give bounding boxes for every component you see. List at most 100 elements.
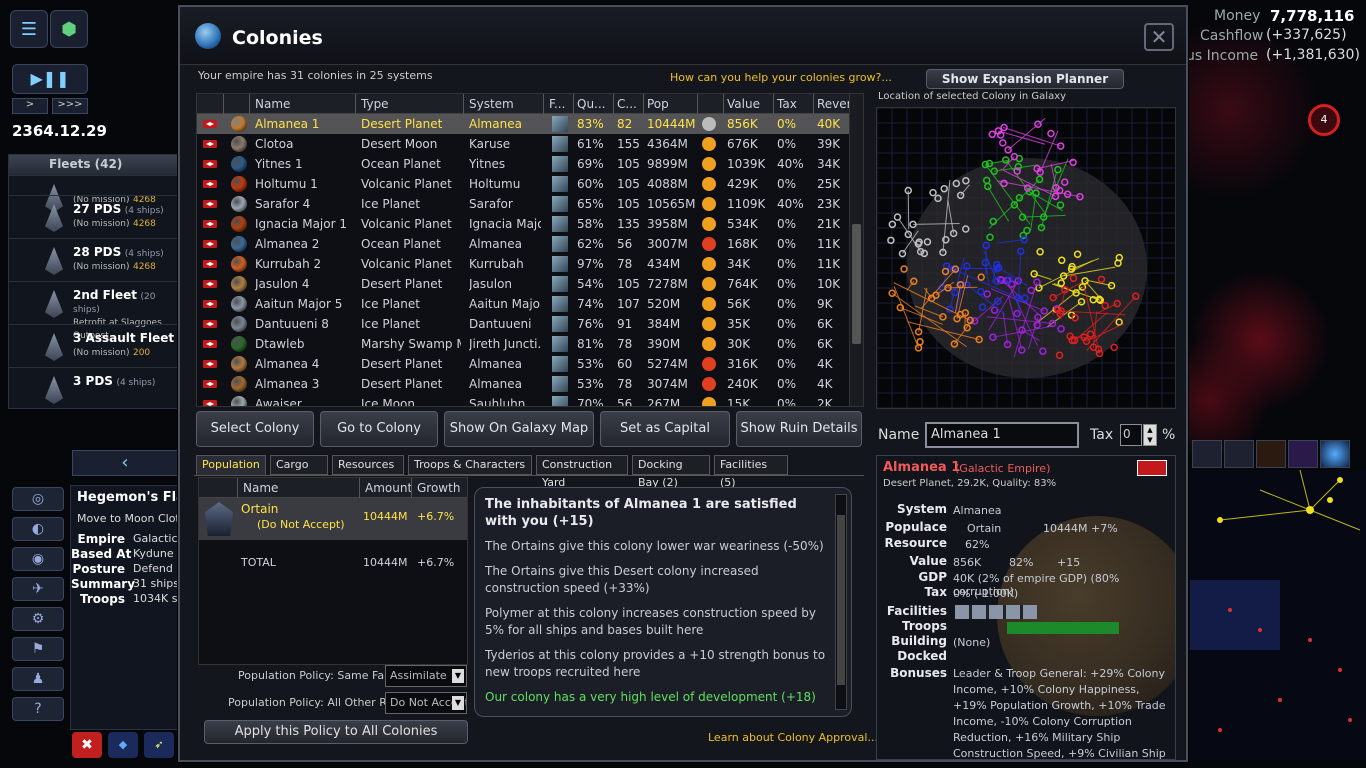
table-row[interactable]: Dtawleb Marshy Swamp M... Jireth Juncti...… xyxy=(197,334,863,354)
column-header[interactable]: Value xyxy=(727,97,760,111)
troops-icon[interactable]: ♟ xyxy=(12,667,64,691)
speed-slow-button[interactable]: > xyxy=(12,98,48,114)
planet-icon[interactable]: ◐ xyxy=(12,517,64,541)
tax-stepper[interactable]: ▲ ▼ xyxy=(1143,424,1157,446)
galaxy-minimap[interactable] xyxy=(876,107,1176,409)
table-row[interactable]: Clotoa Desert Moon Karuse 61% 155 4364M 676K 0%… xyxy=(197,134,863,154)
column-header[interactable]: System xyxy=(469,97,514,111)
table-row[interactable]: Almanea 3 Desert Planet Almanea 53% 78 3074M 2… xyxy=(197,374,863,394)
thumb-nebula-icon[interactable] xyxy=(1288,440,1318,468)
cancel-red-icon[interactable]: ✖ xyxy=(72,732,102,758)
table-row[interactable]: Sarafor 4 Ice Planet Sarafor 65% 105 10565M 11… xyxy=(197,194,863,214)
empire-flag-icon xyxy=(1137,460,1167,476)
action-button[interactable]: Set as Capital xyxy=(600,411,730,447)
table-row[interactable]: Ignacia Major 1 Volcanic Planet Ignacia Ma… xyxy=(197,214,863,234)
collapse-arrow-button[interactable]: ‹ xyxy=(72,450,178,476)
colony-value: 1109K xyxy=(727,197,766,211)
help-icon[interactable]: ? xyxy=(12,697,64,721)
fuel-icon[interactable]: ◆ xyxy=(108,732,138,758)
colony-pop: 4364M xyxy=(647,137,688,151)
fleet-row[interactable]: 3 Assault Fleet (No mission) 200 xyxy=(9,324,177,367)
detail-tab[interactable]: Facilities (5) xyxy=(714,455,788,489)
fleet-row[interactable]: 28 PDS (4 ships) (No mission) 4268 xyxy=(9,238,177,281)
fleet-row[interactable]: (No mission) 4268 xyxy=(9,175,177,212)
detail-tab[interactable]: Resources (1) xyxy=(332,455,404,489)
fleets-header[interactable]: Fleets (42) xyxy=(9,155,177,175)
table-row[interactable]: Holtumu 1 Volcanic Planet Holtumu 60% 105 408… xyxy=(197,174,863,194)
target-marker[interactable]: 4 xyxy=(1308,104,1340,136)
thumb-system-icon[interactable] xyxy=(1224,440,1254,468)
policy-other-select[interactable]: Do Not Accept ▼ xyxy=(385,692,467,714)
table-row[interactable]: Aaitun Major 5 Ice Planet Aaitun Major 74% 1… xyxy=(197,294,863,314)
table-scrollbar[interactable] xyxy=(849,94,863,406)
table-row[interactable]: Almanea 4 Desert Planet Almanea 53% 60 5274M 3… xyxy=(197,354,863,374)
detail-tab[interactable]: Troops & Characters (15) xyxy=(408,455,532,489)
colony-name-input[interactable]: Almanea 1 xyxy=(925,422,1079,448)
colony-name: Dtawleb xyxy=(255,337,305,351)
messages-scrollbar[interactable] xyxy=(835,494,847,710)
planet-icon xyxy=(231,356,247,372)
flag-icon[interactable]: ⚑ xyxy=(12,637,64,661)
column-header[interactable]: Tax xyxy=(777,97,797,111)
detail-tab[interactable]: Docking Bay (2) xyxy=(632,455,710,489)
gear-icon[interactable]: ⚙ xyxy=(12,607,64,631)
table-row[interactable]: Yitnes 1 Ocean Planet Yitnes 69% 105 9899M 103… xyxy=(197,154,863,174)
fleet-row[interactable]: 3 PDS (4 ships) xyxy=(9,367,177,410)
table-row[interactable]: Kurrubah 2 Volcanic Planet Kurrubah 97% 78 43… xyxy=(197,254,863,274)
target-icon[interactable]: ◎ xyxy=(12,487,64,511)
ship-icon xyxy=(45,333,63,361)
column-header[interactable]: Qu... xyxy=(577,97,606,111)
happiness-face-icon xyxy=(702,277,716,291)
hegemon-row-label: Summary xyxy=(71,577,136,591)
sector-minimap[interactable] xyxy=(1190,470,1366,760)
thumb-star-icon[interactable] xyxy=(1256,440,1286,468)
action-button[interactable]: Go to Colony xyxy=(320,411,438,447)
play-pause-button[interactable]: ▶❚❚ xyxy=(12,64,88,94)
action-button[interactable]: Show On Galaxy Map xyxy=(444,411,594,447)
column-header[interactable]: C... xyxy=(617,97,637,111)
thumb-galaxy-icon[interactable] xyxy=(1192,440,1222,468)
colony-value: 676K xyxy=(727,137,758,151)
happiness-face-icon xyxy=(702,337,716,351)
policy-same-select[interactable]: Assimilate ▼ xyxy=(385,665,467,687)
table-row[interactable]: Almanea 1 Desert Planet Almanea 83% 82 10444M… xyxy=(197,114,863,134)
detail-tab[interactable]: Population (1) xyxy=(196,455,266,489)
colony-c: 105 xyxy=(617,277,640,291)
tax-percent: % xyxy=(1162,427,1176,443)
colony-system: Almanea xyxy=(469,377,522,391)
expansion-planner-button[interactable]: Show Expansion Planner xyxy=(926,69,1124,89)
fleet-action-icon[interactable]: ➶ xyxy=(144,732,174,758)
learn-approval-link[interactable]: Learn about Colony Approval... xyxy=(708,731,878,744)
table-row[interactable]: Almanea 2 Ocean Planet Almanea 62% 56 3007M 16… xyxy=(197,234,863,254)
colony-pop: 7278M xyxy=(647,277,688,291)
troops-bar[interactable] xyxy=(1007,622,1119,634)
speed-fast-button[interactable]: >>> xyxy=(52,98,88,114)
detail-tab[interactable]: Cargo (53) xyxy=(270,455,328,489)
fleet-row[interactable]: 2nd Fleet (20 ships) Retrofit at Slaggoes… xyxy=(9,281,177,341)
action-button[interactable]: Show Ruin Details xyxy=(736,411,862,447)
thumb-planet-icon[interactable] xyxy=(1320,440,1350,468)
facilities-icons[interactable] xyxy=(955,605,1037,619)
menu-list-icon[interactable]: ☰ xyxy=(10,10,48,48)
table-row[interactable]: Awaiser Ice Moon Sauhluhn 70% 56 267M 15K 0% 2K xyxy=(197,394,863,406)
tax-input[interactable]: 0 xyxy=(1120,424,1142,446)
close-icon[interactable]: ✕ xyxy=(1144,23,1174,51)
colony-type: Volcanic Planet xyxy=(361,177,452,191)
column-header[interactable]: Pop xyxy=(647,97,669,111)
fleet-row[interactable]: 27 PDS (4 ships) (No mission) 4268 xyxy=(9,195,177,238)
column-header[interactable]: F... xyxy=(549,97,565,111)
colony-system: Aaitun Major xyxy=(469,297,541,311)
colony-name: Almanea 2 xyxy=(255,237,320,251)
empire-shield-icon[interactable]: ⬢ xyxy=(50,10,88,48)
ship-icon[interactable]: ✈ xyxy=(12,577,64,601)
help-grow-link[interactable]: How can you help your colonies grow?... xyxy=(670,71,892,84)
action-button[interactable]: Select Colony xyxy=(196,411,314,447)
column-header[interactable]: Name xyxy=(255,97,290,111)
table-row[interactable]: Jasulon 4 Desert Planet Jasulon 54% 105 7278M… xyxy=(197,274,863,294)
population-row[interactable]: Ortain (Do Not Accept) 10444M +6.7% xyxy=(199,498,467,540)
detail-tab[interactable]: Construction Yard xyxy=(536,455,628,489)
column-header[interactable]: Type xyxy=(361,97,389,111)
eye-icon[interactable]: ◉ xyxy=(12,547,64,571)
apply-policy-button[interactable]: Apply this Policy to All Colonies xyxy=(204,720,468,744)
table-row[interactable]: Dantuueni 8 Ice Planet Dantuueni 76% 91 384M 3… xyxy=(197,314,863,334)
